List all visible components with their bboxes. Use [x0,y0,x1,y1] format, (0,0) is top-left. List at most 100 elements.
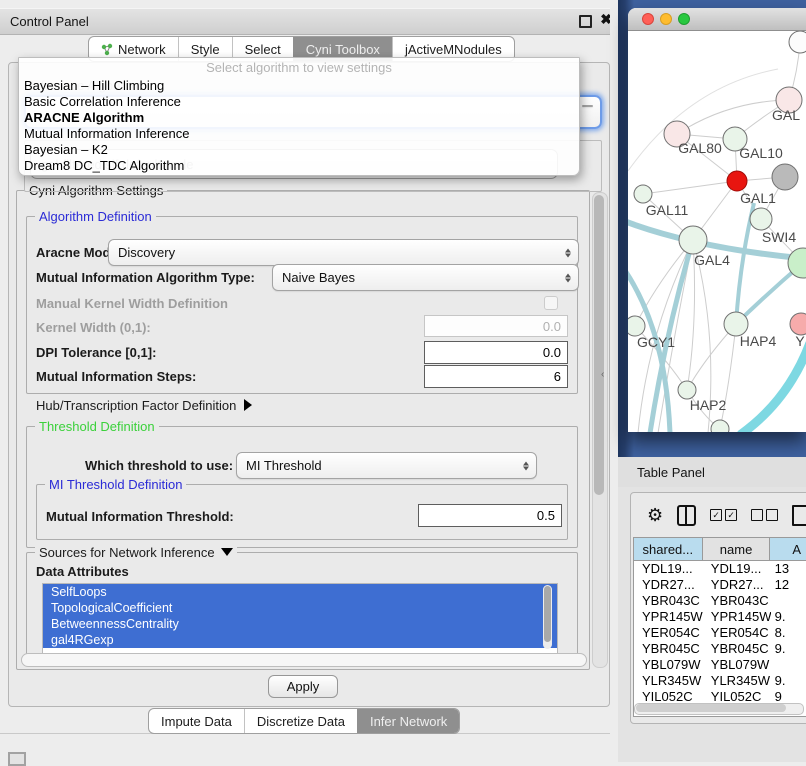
kernel-width-field[interactable] [424,315,568,337]
data-attributes-label: Data Attributes [36,564,129,579]
mi-steps-field[interactable] [424,365,568,388]
network-node-y[interactable] [790,313,806,335]
table-row[interactable]: YER054CYER054C8. [634,625,806,641]
network-icon [101,43,113,56]
table-toolbar: ⚙ ✓ ✓ [631,501,806,529]
network-view-window[interactable]: GALGAL80GAL10GAL1GAL11SWI4GAL4GCY1HAP4YH… [628,8,806,432]
attribute-item[interactable]: gal4RGexp [43,632,557,648]
table-cell: 12 [771,577,806,593]
network-window-titlebar[interactable] [628,8,806,31]
algorithm-option[interactable]: Bayesian – K2 [19,142,579,158]
node-label: SWI4 [762,229,796,245]
network-node[interactable] [727,171,747,191]
split-columns-icon[interactable] [677,505,696,526]
tab-impute-data[interactable]: Impute Data [149,709,244,733]
select-all-columns-icon[interactable]: ✓ ✓ [710,509,737,521]
attribute-item[interactable]: TopologicalCoefficient [43,600,557,616]
hub-definition-toggle[interactable]: Hub/Transcription Factor Definition [36,398,252,413]
table-cell: YDL19... [634,561,703,577]
splitter-arrow-icon[interactable]: ‹ [601,369,604,380]
minimize-traffic-light-icon[interactable] [660,13,672,25]
column-header[interactable]: A [770,538,806,560]
tab-infer-network[interactable]: Infer Network [357,709,459,733]
table-row[interactable]: YBR045CYBR045C9. [634,641,806,657]
settings-horizontal-scrollbar[interactable] [20,653,588,666]
algorithm-option[interactable]: Mutual Information Inference [19,126,579,142]
attribute-item[interactable]: BetweennessCentrality [43,616,557,632]
network-node-gcy1[interactable] [628,316,645,336]
table-row[interactable]: YLR345WYLR345W9. [634,673,806,689]
scrollbar-thumb[interactable] [636,704,786,712]
mi-threshold-field[interactable] [418,504,562,527]
network-node-gal11[interactable] [634,185,652,203]
dpi-tolerance-field[interactable] [424,341,568,364]
control-panel-titlebar: Control Panel ✖ [0,8,618,35]
table-row[interactable]: YPR145WYPR145W9. [634,609,806,625]
settings-vertical-scrollbar[interactable] [592,192,608,668]
table-cell: YLR345W [703,673,771,689]
manual-kernel-label: Manual Kernel Width Definition [36,296,228,311]
table-row[interactable]: YBL079WYBL079W [634,657,806,673]
threshold-definition-title: Threshold Definition [35,419,159,434]
mi-algorithm-type-value: Naive Bayes [282,270,355,285]
network-edge[interactable] [740,343,806,432]
node-table[interactable]: shared...nameA YDL19...YDL19...13YDR27..… [633,537,806,717]
sources-group-title[interactable]: Sources for Network Inference [35,545,237,560]
column-header[interactable]: name [703,538,771,560]
network-node[interactable] [772,164,798,190]
network-node[interactable] [789,31,806,53]
scrollbar-thumb[interactable] [544,586,551,642]
node-label: GAL4 [694,252,730,268]
algorithm-option[interactable]: ARACNE Algorithm [19,110,579,126]
network-edge[interactable] [643,181,737,194]
gear-icon[interactable]: ⚙ [647,505,663,525]
algorithm-dropdown-popup: Select algorithm to view settings Bayesi… [18,57,580,176]
kernel-width-label: Kernel Width (0,1): [36,320,151,335]
which-threshold-combobox[interactable]: MI Threshold [236,452,537,479]
unchecked-box-icon [751,509,763,521]
zoom-traffic-light-icon[interactable] [678,13,690,25]
which-threshold-value: MI Threshold [246,458,322,473]
mi-threshold-label: Mutual Information Threshold: [46,509,234,524]
scrollbar-thumb[interactable] [594,195,604,495]
table-row[interactable]: YDL19...YDL19...13 [634,561,806,577]
sources-title-text: Sources for Network Inference [39,545,215,560]
table-row[interactable]: YBR043CYBR043C [634,593,806,609]
network-canvas[interactable]: GALGAL80GAL10GAL1GAL11SWI4GAL4GCY1HAP4YH… [628,31,806,432]
table-panel-titlebar: Table Panel [618,457,806,488]
node-label: GAL1 [740,190,776,206]
apply-button[interactable]: Apply [268,675,338,698]
node-label: GAL10 [739,145,783,161]
document-icon[interactable] [792,505,806,526]
algorithm-popup-placeholder: Select algorithm to view settings [19,58,579,78]
deselect-all-columns-icon[interactable] [751,509,778,521]
mi-algorithm-type-combobox[interactable]: Naive Bayes [272,264,579,291]
table-horizontal-scrollbar[interactable] [634,703,804,715]
algorithm-option[interactable]: Bayesian – Hill Climbing [19,78,579,94]
collapsed-panel-icon[interactable] [8,752,26,766]
close-traffic-light-icon[interactable] [642,13,654,25]
tab-label: Network [118,42,166,57]
attributes-list-scrollbar[interactable] [543,585,552,649]
algorithm-option[interactable]: Dream8 DC_TDC Algorithm [19,158,579,174]
tab-label: Cyni Toolbox [306,42,380,57]
network-node-gal4[interactable] [679,226,707,254]
table-row[interactable]: YDR27...YDR27...12 [634,577,806,593]
tab-label: Select [245,42,281,57]
attribute-item[interactable]: SelfLoops [43,584,557,600]
table-cell: YER054C [703,625,771,641]
node-table-widget: ⚙ ✓ ✓ shared...nameA YDL19...YDL19...13Y… [630,492,806,724]
combo-arrows-icon [565,248,571,257]
float-window-icon[interactable] [579,15,592,28]
network-node[interactable] [711,420,729,432]
manual-kernel-checkbox[interactable] [544,296,558,310]
data-attributes-list[interactable]: SelfLoopsTopologicalCoefficientBetweenne… [42,583,558,654]
column-header[interactable]: shared... [634,538,703,560]
expand-arrow-icon [221,548,233,556]
network-node-gal1[interactable] [750,208,772,230]
tab-discretize-data[interactable]: Discretize Data [244,709,357,733]
aracne-mode-combobox[interactable]: Discovery [108,239,579,266]
scrollbar-thumb[interactable] [21,653,587,667]
panel-splitter[interactable] [610,0,618,762]
algorithm-option[interactable]: Basic Correlation Inference [19,94,579,110]
